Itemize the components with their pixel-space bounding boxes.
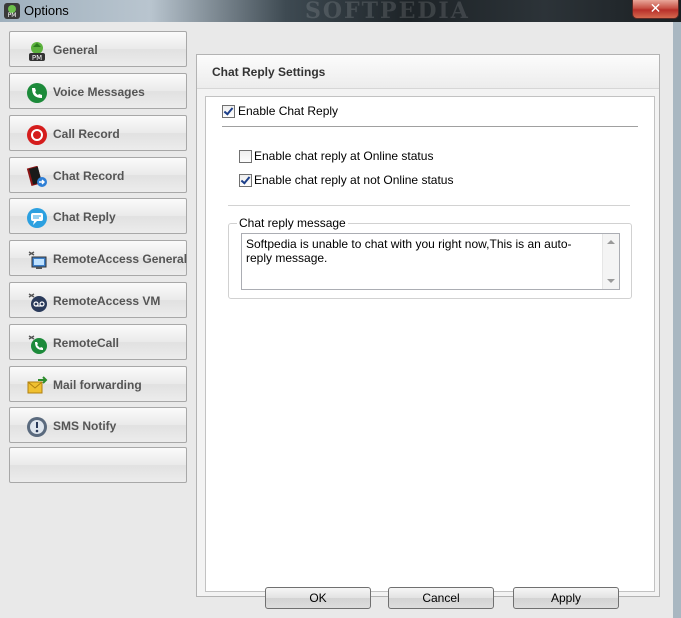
not-online-status-checkbox[interactable] <box>239 174 252 187</box>
svg-text:PM: PM <box>8 12 17 19</box>
svg-text:PM: PM <box>32 54 42 62</box>
chat-reply-message-group: Chat reply message Softpedia is unable t… <box>228 216 632 299</box>
close-icon: ✕ <box>649 0 662 16</box>
window-frame-right <box>673 22 681 618</box>
close-button[interactable]: ✕ <box>632 0 679 19</box>
cancel-button[interactable]: Cancel <box>388 587 494 609</box>
not-online-status-label[interactable]: Enable chat reply at not Online status <box>254 173 453 187</box>
remote-call-icon <box>28 335 47 354</box>
apply-button[interactable]: Apply <box>513 587 619 609</box>
sidebar-item-label: Call Record <box>53 127 120 141</box>
book-icon <box>26 166 47 187</box>
sidebar-item-label: General <box>53 43 98 57</box>
online-status-label[interactable]: Enable chat reply at Online status <box>254 149 433 163</box>
sidebar-item-voice-messages[interactable]: Voice Messages <box>9 73 187 109</box>
chat-reply-message-textarea[interactable]: Softpedia is unable to chat with you rig… <box>241 233 620 290</box>
divider <box>228 205 630 206</box>
sidebar-item-chat-reply[interactable]: Chat Reply <box>9 198 187 234</box>
settings-content: Enable Chat Reply Enable chat reply at O… <box>205 96 655 592</box>
sidebar-item-label: SMS Notify <box>53 419 117 433</box>
title-bar[interactable]: PM Options SOFTPEDIA ✕ <box>0 0 681 24</box>
enable-chat-reply-checkbox[interactable] <box>222 105 235 118</box>
watermark-text: SOFTPEDIA <box>305 0 470 24</box>
panel-title: Chat Reply Settings <box>212 65 326 79</box>
enable-chat-reply-label[interactable]: Enable Chat Reply <box>238 104 338 118</box>
sms-icon <box>27 417 47 437</box>
sidebar-item-label: RemoteAccess General <box>53 252 188 266</box>
textarea-scrollbar[interactable] <box>602 234 619 289</box>
sidebar-item-mail-forwarding[interactable]: Mail forwarding <box>9 366 187 402</box>
sidebar-item-chat-record[interactable]: Chat Record <box>9 157 187 193</box>
panel-header: Chat Reply Settings <box>197 55 659 89</box>
settings-panel: Chat Reply Settings Enable Chat Reply En… <box>196 54 660 597</box>
pm-logo-icon: PM <box>29 42 45 62</box>
app-logo-icon: PM <box>4 3 20 19</box>
remote-computer-icon <box>28 251 47 269</box>
sidebar-item-remoteaccess-general[interactable]: RemoteAccess General <box>9 240 187 276</box>
ok-button[interactable]: OK <box>265 587 371 609</box>
sidebar-item-label: Chat Reply <box>53 210 116 224</box>
record-icon <box>27 125 47 145</box>
scroll-up-icon[interactable] <box>607 240 615 244</box>
online-status-checkbox[interactable] <box>239 150 252 163</box>
sidebar-item-remoteaccess-vm[interactable]: RemoteAccess VM <box>9 282 187 318</box>
mail-forward-icon <box>27 376 48 394</box>
window-client-area: PM General Voice Messages Call Record Ch… <box>0 22 674 618</box>
sidebar-item-empty[interactable] <box>9 447 187 483</box>
sidebar-item-label: RemoteCall <box>53 336 120 350</box>
sidebar-item-general[interactable]: PM General <box>9 31 187 67</box>
sidebar-item-label: Voice Messages <box>53 85 145 99</box>
sidebar-item-remotecall[interactable]: RemoteCall <box>9 324 187 360</box>
sidebar-item-sms-notify[interactable]: SMS Notify <box>9 407 187 443</box>
sidebar-item-call-record[interactable]: Call Record <box>9 115 187 151</box>
sidebar-item-label: Chat Record <box>53 169 125 183</box>
divider <box>222 126 638 127</box>
sidebar-item-label: Mail forwarding <box>53 378 142 392</box>
sidebar-item-label: RemoteAccess VM <box>53 294 161 308</box>
scroll-down-icon[interactable] <box>607 279 615 283</box>
chat-reply-message-text[interactable]: Softpedia is unable to chat with you rig… <box>246 237 596 265</box>
chat-bubble-icon <box>27 208 47 228</box>
window-title: Options <box>24 3 69 18</box>
phone-icon <box>27 83 47 103</box>
chat-reply-message-label: Chat reply message <box>237 216 348 230</box>
remote-voicemail-icon <box>28 293 47 312</box>
